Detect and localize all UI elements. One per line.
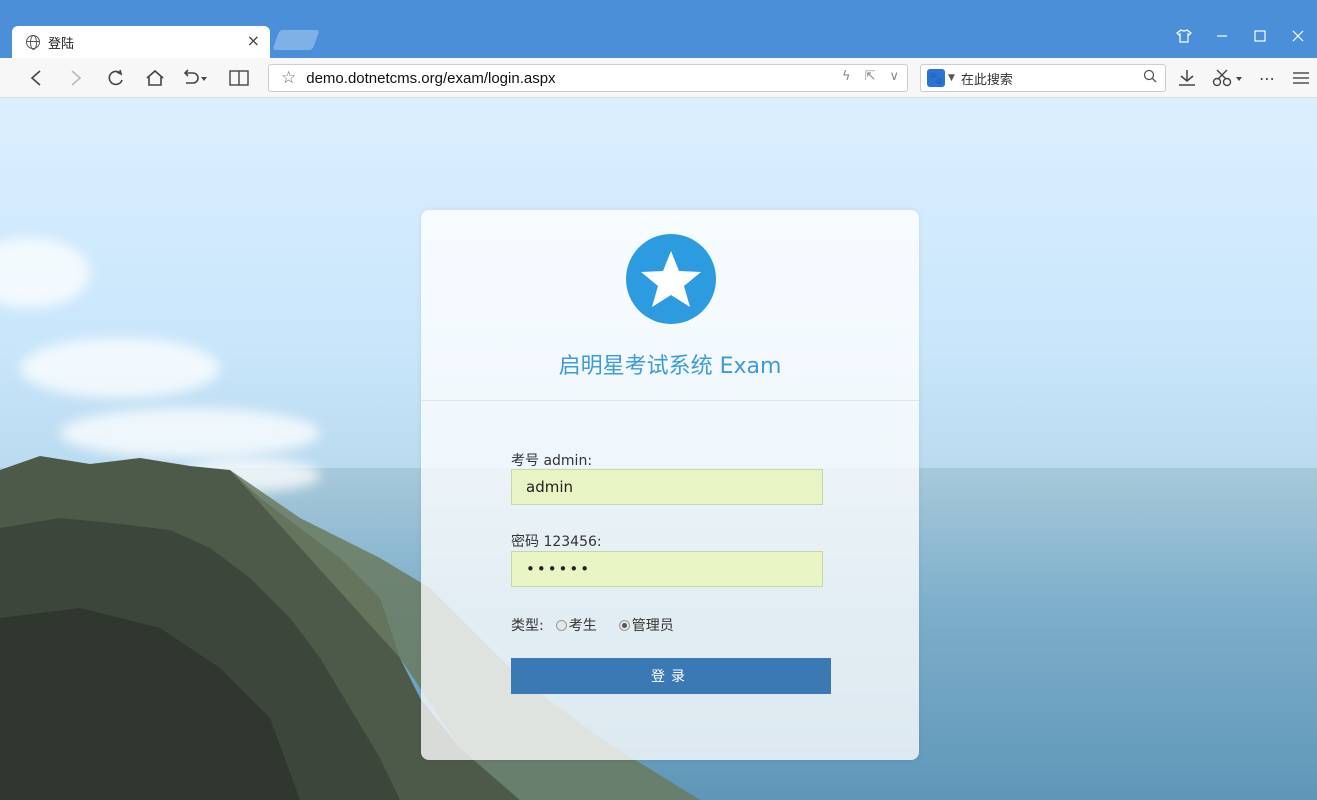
lightning-icon[interactable]: ϟ xyxy=(842,69,851,84)
screenshot-scissors-icon[interactable] xyxy=(1210,64,1246,92)
search-input[interactable]: 在此搜索 xyxy=(961,69,1013,88)
user-type-row: 类型: 考生 管理员 xyxy=(511,615,696,635)
username-label: 考号 admin: xyxy=(511,453,593,469)
refresh-icon[interactable] xyxy=(104,64,128,92)
window-controls xyxy=(1165,22,1317,50)
password-label: 密码 123456: xyxy=(511,534,602,550)
username-input[interactable] xyxy=(511,469,823,505)
browser-toolbar: ☆ demo.dotnetcms.org/exam/login.aspx ϟ ⇱… xyxy=(0,58,1317,98)
address-bar[interactable]: ☆ demo.dotnetcms.org/exam/login.aspx ϟ ⇱… xyxy=(268,64,908,92)
radio-admin[interactable] xyxy=(618,619,630,631)
login-card: 启明星考试系统 Exam 考号 admin: 密码 123456: 类型: 考生… xyxy=(421,210,919,760)
baidu-paw-icon[interactable]: 🐾 xyxy=(927,69,945,87)
share-icon[interactable]: ⇱ xyxy=(865,69,876,84)
minimize-icon[interactable] xyxy=(1203,22,1241,50)
maximize-icon[interactable] xyxy=(1241,22,1279,50)
page-background: 启明星考试系统 Exam 考号 admin: 密码 123456: 类型: 考生… xyxy=(0,98,1317,800)
caret-down-icon[interactable]: ▼ xyxy=(948,73,955,83)
menu-icon[interactable] xyxy=(1290,64,1312,92)
radio-student[interactable] xyxy=(555,619,567,631)
password-input[interactable] xyxy=(511,551,823,587)
card-divider xyxy=(421,400,919,401)
radio-option-admin[interactable]: 管理员 xyxy=(618,615,674,635)
chevron-down-icon[interactable]: ∨ xyxy=(889,69,899,84)
address-bar-actions: ϟ ⇱ ∨ xyxy=(842,69,899,84)
search-icon[interactable] xyxy=(1143,69,1157,87)
bookmark-star-icon[interactable]: ☆ xyxy=(281,68,296,88)
tab-close-icon[interactable]: × xyxy=(247,31,260,50)
globe-icon xyxy=(26,35,40,50)
download-icon[interactable] xyxy=(1174,64,1200,92)
tab-title: 登陆 xyxy=(48,36,75,52)
browser-tab[interactable]: 登陆 × xyxy=(12,26,270,58)
app-title: 启明星考试系统 Exam xyxy=(558,354,782,379)
undo-close-icon[interactable] xyxy=(180,64,210,92)
star-logo-icon xyxy=(626,234,716,324)
back-icon[interactable] xyxy=(24,64,48,92)
browser-titlebar: 登陆 × xyxy=(0,0,1317,58)
close-window-icon[interactable] xyxy=(1279,22,1317,50)
radio-student-label: 考生 xyxy=(568,618,597,634)
new-tab-button[interactable] xyxy=(272,30,320,50)
search-box[interactable]: 🐾 ▼ 在此搜索 xyxy=(920,64,1166,92)
more-icon[interactable]: ⋯ xyxy=(1256,64,1278,92)
radio-option-student[interactable]: 考生 xyxy=(555,615,597,635)
skin-icon[interactable] xyxy=(1165,22,1203,50)
radio-admin-label: 管理员 xyxy=(631,618,674,634)
home-icon[interactable] xyxy=(142,64,168,92)
forward-icon[interactable] xyxy=(64,64,88,92)
reader-icon[interactable] xyxy=(226,64,252,92)
login-button[interactable]: 登录 xyxy=(511,658,831,694)
url-text[interactable]: demo.dotnetcms.org/exam/login.aspx xyxy=(306,70,555,87)
type-label: 类型: xyxy=(511,618,544,634)
